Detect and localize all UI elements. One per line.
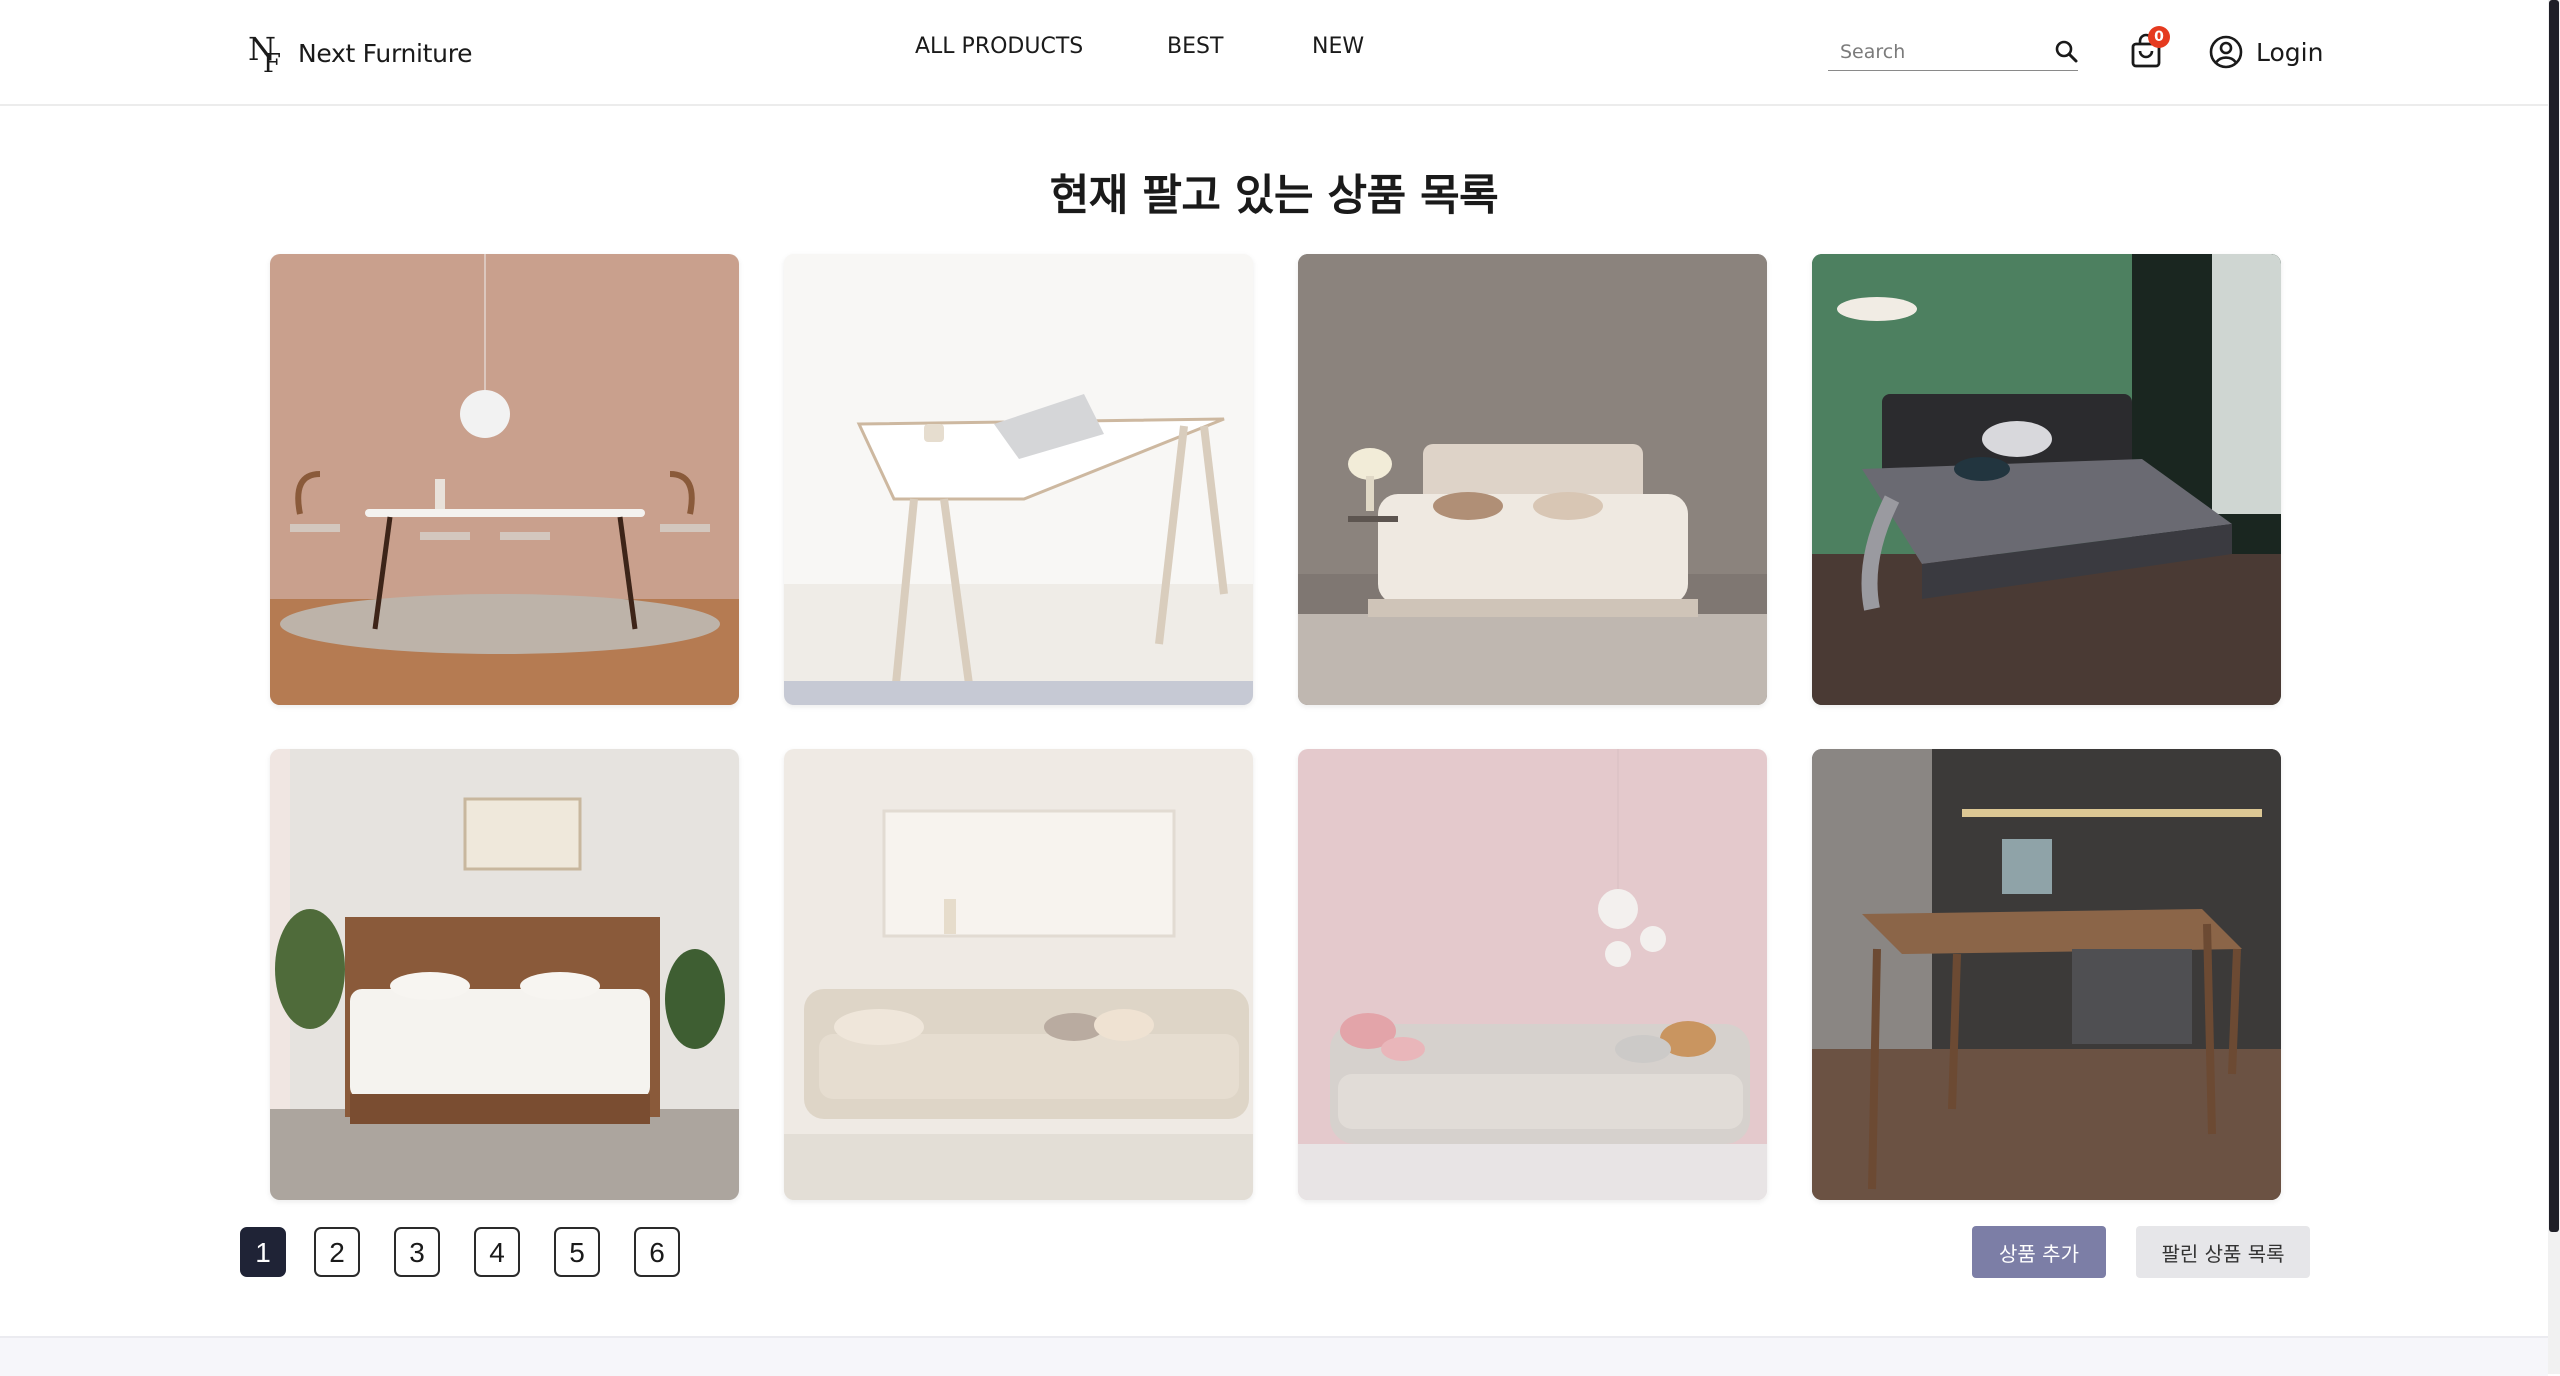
product-card[interactable]: [270, 254, 739, 705]
page-button-4[interactable]: 4: [474, 1227, 520, 1277]
product-card[interactable]: [1812, 749, 2281, 1200]
login-label: Login: [2256, 37, 2324, 67]
site-header: N F Next Furniture ALL PRODUCTS BEST NEW…: [0, 0, 2548, 106]
svg-text:F: F: [263, 49, 281, 76]
product-image-cream-bed: [1298, 254, 1767, 705]
product-card[interactable]: [1812, 254, 2281, 705]
product-grid: [270, 254, 2282, 1200]
product-image-walnut-desk: [1812, 749, 2281, 1200]
product-image-pink-sofa: [1298, 749, 1767, 1200]
cart-count-badge: 0: [2148, 26, 2170, 48]
product-card[interactable]: [270, 749, 739, 1200]
product-card[interactable]: [1298, 254, 1767, 705]
page-button-5[interactable]: 5: [554, 1227, 600, 1277]
footer-strip: [0, 1336, 2548, 1376]
logo-text: Next Furniture: [298, 38, 473, 68]
product-image-dining-table: [270, 254, 739, 705]
product-card[interactable]: [784, 749, 1253, 1200]
nav-all-products[interactable]: ALL PRODUCTS: [915, 34, 1083, 59]
product-card[interactable]: [1298, 749, 1767, 1200]
account-circle-icon: [2209, 35, 2243, 69]
product-image-white-desk: [784, 254, 1253, 705]
scrollbar-thumb[interactable]: [2549, 0, 2559, 1232]
page-title: 현재 팔고 있는 상품 목록: [1049, 170, 1499, 221]
page-button-1[interactable]: 1: [240, 1227, 286, 1277]
login-button[interactable]: Login: [2208, 33, 2323, 71]
nav-best[interactable]: BEST: [1167, 34, 1223, 59]
add-product-button[interactable]: 상품 추가: [1972, 1226, 2106, 1278]
page-button-2[interactable]: 2: [314, 1227, 360, 1277]
logo[interactable]: N F Next Furniture: [248, 28, 473, 78]
product-image-mattress: [1812, 254, 2281, 705]
product-image-wooden-bed: [270, 749, 739, 1200]
page-button-3[interactable]: 3: [394, 1227, 440, 1277]
nav-new[interactable]: NEW: [1312, 34, 1364, 59]
search-input[interactable]: [1838, 36, 2042, 68]
page-button-6[interactable]: 6: [634, 1227, 680, 1277]
search-icon[interactable]: [2052, 37, 2082, 67]
sold-products-button[interactable]: 팔린 상품 목록: [2136, 1226, 2310, 1278]
search-box: [1828, 34, 2078, 71]
product-card[interactable]: [784, 254, 1253, 705]
product-image-beige-sofa: [784, 749, 1253, 1200]
logo-mark-icon: N F: [248, 30, 288, 76]
